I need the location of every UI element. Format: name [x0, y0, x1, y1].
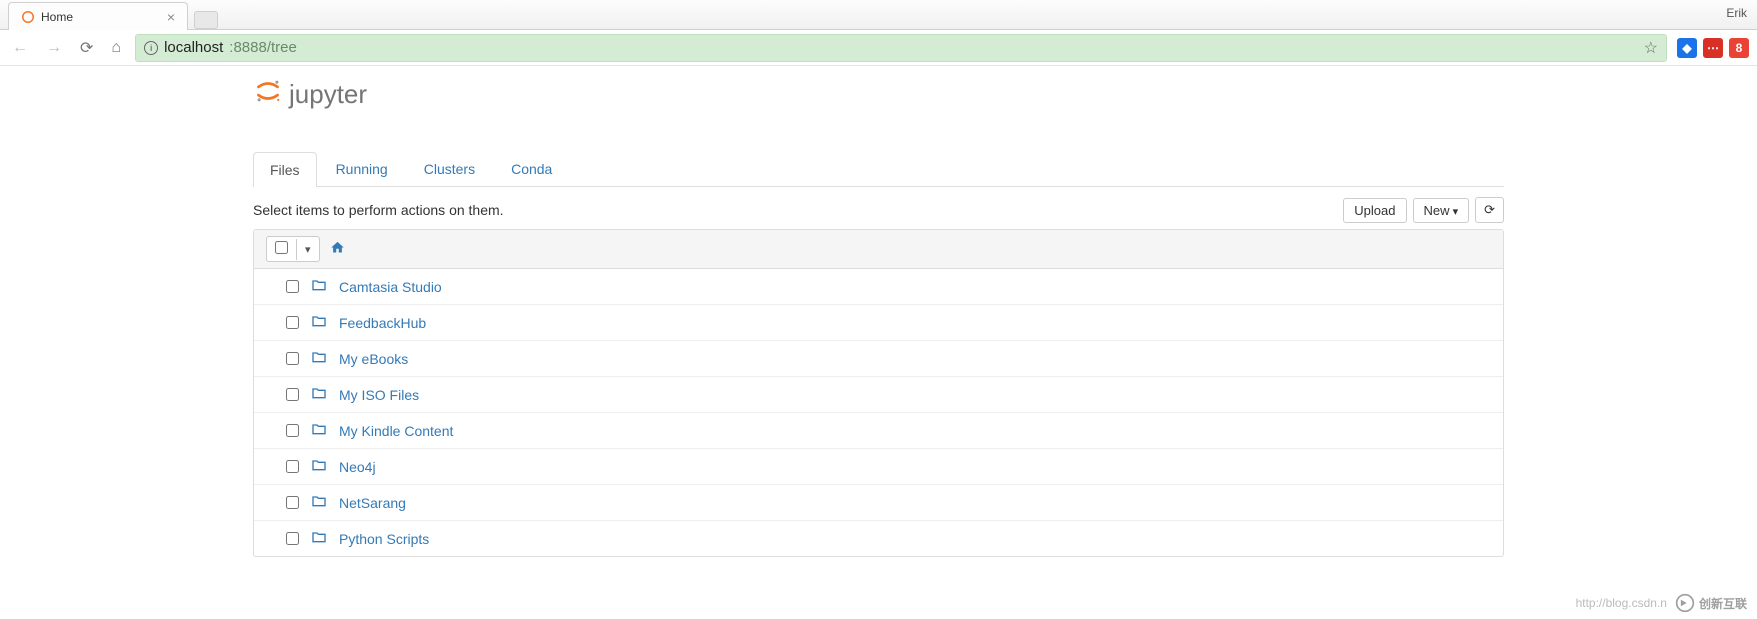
jupyter-logo-text: jupyter: [289, 79, 367, 110]
select-all-control: ▾: [266, 236, 320, 262]
extension-icon[interactable]: 8: [1729, 38, 1749, 58]
folder-icon: [311, 385, 327, 404]
back-button[interactable]: ←: [8, 35, 32, 61]
list-item: Neo4j: [254, 448, 1503, 484]
folder-icon: [311, 493, 327, 512]
item-checkbox[interactable]: [286, 424, 299, 437]
jupyter-logo[interactable]: jupyter: [253, 76, 1504, 113]
item-checkbox[interactable]: [286, 352, 299, 365]
folder-icon: [311, 421, 327, 440]
header: jupyter: [253, 66, 1504, 123]
jupyter-logo-icon: [253, 76, 283, 113]
list-item: My eBooks: [254, 340, 1503, 376]
list-header: ▾: [254, 230, 1503, 269]
list-item: Python Scripts: [254, 520, 1503, 556]
item-checkbox[interactable]: [286, 532, 299, 545]
site-info-icon[interactable]: i: [144, 41, 158, 55]
item-checkbox[interactable]: [286, 388, 299, 401]
folder-icon: [311, 457, 327, 476]
url-host: localhost: [164, 39, 223, 56]
item-link[interactable]: My Kindle Content: [339, 423, 453, 439]
select-dropdown[interactable]: ▾: [296, 239, 319, 260]
extension-icon[interactable]: ◆: [1677, 38, 1697, 58]
address-bar[interactable]: i localhost :8888/tree ☆: [135, 34, 1667, 62]
folder-icon: [311, 313, 327, 332]
extension-icon[interactable]: ⋯: [1703, 38, 1723, 58]
folder-icon: [311, 277, 327, 296]
file-list: ▾ Camtasia Studio FeedbackHub My eBooks My …: [253, 229, 1504, 557]
reload-button[interactable]: ⟳: [76, 34, 97, 62]
watermark: http://blog.csdn.n 创新互联: [1576, 593, 1747, 613]
right-tools: Upload New ⟳: [1343, 197, 1504, 223]
browser-chrome: Home × Erik ← → ⟳ ⌂ i localhost :8888/tre…: [0, 0, 1757, 66]
list-item: Camtasia Studio: [254, 269, 1503, 304]
item-link[interactable]: My eBooks: [339, 351, 408, 367]
refresh-list-button[interactable]: ⟳: [1475, 197, 1504, 223]
folder-icon: [311, 349, 327, 368]
item-checkbox[interactable]: [286, 496, 299, 509]
tab-clusters[interactable]: Clusters: [407, 151, 492, 186]
tab-running[interactable]: Running: [319, 151, 405, 186]
item-link[interactable]: Camtasia Studio: [339, 279, 442, 295]
nav-bar: ← → ⟳ ⌂ i localhost :8888/tree ☆ ◆ ⋯ 8: [0, 30, 1757, 66]
select-all-checkbox[interactable]: [275, 241, 288, 254]
action-hint: Select items to perform actions on them.: [253, 202, 504, 218]
toolbar-row: Select items to perform actions on them.…: [253, 187, 1504, 229]
list-item: NetSarang: [254, 484, 1503, 520]
new-button[interactable]: New: [1413, 198, 1470, 223]
list-item: My ISO Files: [254, 376, 1503, 412]
item-link[interactable]: NetSarang: [339, 495, 406, 511]
item-checkbox[interactable]: [286, 460, 299, 473]
breadcrumb-home-icon[interactable]: [330, 240, 345, 259]
forward-button[interactable]: →: [42, 35, 66, 61]
list-item: FeedbackHub: [254, 304, 1503, 340]
page-body: jupyter Files Running Clusters Conda Sel…: [241, 66, 1516, 557]
item-link[interactable]: Python Scripts: [339, 531, 429, 547]
upload-button[interactable]: Upload: [1343, 198, 1406, 223]
profile-label[interactable]: Erik: [1726, 6, 1747, 20]
nav-tabs: Files Running Clusters Conda: [253, 151, 1504, 187]
tab-conda[interactable]: Conda: [494, 151, 569, 186]
watermark-url: http://blog.csdn.n: [1576, 596, 1667, 610]
item-link[interactable]: My ISO Files: [339, 387, 419, 403]
browser-tab[interactable]: Home ×: [8, 2, 188, 30]
refresh-icon: ⟳: [1484, 202, 1495, 217]
item-checkbox[interactable]: [286, 280, 299, 293]
watermark-brand: 创新互联: [1675, 593, 1747, 613]
new-tab-button[interactable]: [194, 11, 218, 29]
bookmark-star-icon[interactable]: ☆: [1644, 38, 1658, 58]
tab-files[interactable]: Files: [253, 152, 317, 187]
extension-icons: ◆ ⋯ 8: [1677, 38, 1749, 58]
close-tab-icon[interactable]: ×: [167, 10, 175, 24]
folder-icon: [311, 529, 327, 548]
jupyter-favicon-icon: [21, 10, 35, 24]
tab-strip: Home × Erik: [0, 0, 1757, 30]
browser-tab-title: Home: [41, 10, 161, 24]
item-link[interactable]: Neo4j: [339, 459, 376, 475]
url-rest: :8888/tree: [229, 39, 297, 56]
home-button[interactable]: ⌂: [107, 35, 125, 61]
list-item: My Kindle Content: [254, 412, 1503, 448]
item-checkbox[interactable]: [286, 316, 299, 329]
item-link[interactable]: FeedbackHub: [339, 315, 426, 331]
